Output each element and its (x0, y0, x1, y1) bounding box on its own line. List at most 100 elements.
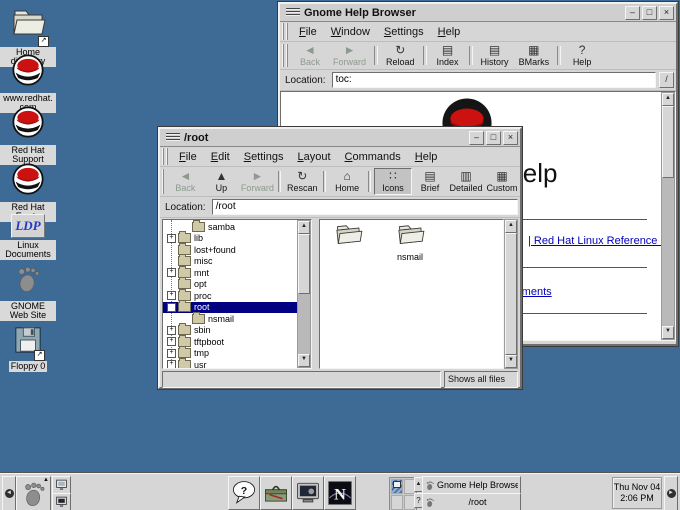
file-manager-window[interactable]: /root – □ × File Edit Settings Layout Co… (158, 127, 522, 389)
scroll-down-icon[interactable]: ▼ (662, 326, 674, 339)
drag-handle[interactable] (282, 23, 290, 40)
bmarks-button[interactable]: ▦ BMarks (514, 43, 555, 68)
scroll-up-icon[interactable]: ▲ (662, 93, 674, 106)
toolbar-separator (469, 46, 473, 65)
back-button[interactable]: ◄ Back (167, 168, 203, 195)
home-button[interactable]: ⌂ Home (329, 168, 365, 195)
pane-vertical-scrollbar[interactable]: ▲ ▼ (504, 219, 518, 369)
redhat-logo-icon (12, 163, 44, 200)
expand-toggle[interactable]: + (167, 326, 176, 335)
drag-handle[interactable] (162, 148, 170, 165)
expand-toggle[interactable]: + (167, 349, 176, 358)
drag-handle[interactable] (282, 44, 290, 67)
folder-icon (178, 291, 191, 301)
menu-settings[interactable]: Settings (237, 149, 291, 165)
expand-toggle[interactable]: + (167, 337, 176, 346)
detailed-view-button[interactable]: ▥ Detailed (448, 168, 484, 195)
brief-view-button[interactable]: ▤ Brief (412, 168, 448, 195)
scrollbar-thumb[interactable] (298, 234, 310, 294)
menu-settings[interactable]: Settings (377, 24, 431, 40)
desktop-icon-gnome-web-site[interactable]: GNOME Web Site (0, 264, 56, 321)
netscape-launcher-button[interactable]: N (324, 476, 356, 510)
rescan-icon: ↻ (297, 170, 307, 183)
workspace-3[interactable] (391, 495, 403, 510)
menu-file[interactable]: File (292, 24, 324, 40)
icons-view-button[interactable]: ∷ Icons (374, 168, 412, 195)
tree-item-root-selected[interactable]: -root (163, 302, 297, 314)
maximize-button[interactable]: □ (486, 131, 501, 145)
workspace-1-active[interactable] (391, 479, 403, 494)
clock-date: Thu Nov 04 (614, 482, 661, 493)
file-item-nsmail[interactable]: nsmail (384, 222, 436, 262)
window-menu-icon[interactable] (286, 8, 300, 17)
location-input[interactable]: toc: (332, 72, 656, 88)
rescan-button[interactable]: ↻ Rescan (284, 168, 320, 195)
scrollbar-thumb[interactable] (662, 106, 674, 178)
location-entry-button[interactable]: / (659, 72, 674, 88)
forward-button[interactable]: ► Forward (239, 168, 275, 195)
scroll-up-icon[interactable]: ▲ (298, 221, 310, 234)
monitor-icon (55, 479, 68, 491)
file-icon-pane[interactable]: nsmail (319, 219, 504, 369)
desktop-icon-linux-documents[interactable]: LDP Linux Documents (0, 214, 56, 260)
help-launcher-button[interactable]: ? (228, 476, 260, 510)
minimize-button[interactable]: – (625, 6, 640, 20)
forward-button[interactable]: ► Forward (328, 43, 371, 68)
back-button[interactable]: ◄ Back (292, 43, 328, 68)
screen-applet-button-1[interactable] (52, 476, 71, 494)
desktop-icon-red-hat-support[interactable]: Red Hat Support (0, 106, 56, 165)
custom-view-button[interactable]: ▦ Custom (484, 168, 520, 195)
panel-hide-right-button[interactable]: ► (664, 476, 678, 510)
maximize-button[interactable]: □ (642, 6, 657, 20)
menu-help[interactable]: Help (431, 24, 468, 40)
scroll-down-icon[interactable]: ▼ (298, 354, 310, 367)
desktop-icon-label: GNOME Web Site (0, 301, 56, 321)
menu-edit[interactable]: Edit (204, 149, 237, 165)
gmc-titlebar[interactable]: /root – □ × (160, 129, 520, 147)
file-item[interactable] (322, 222, 374, 252)
task-button-root[interactable]: /root (422, 493, 521, 510)
desk-guide-pager[interactable] (389, 477, 417, 510)
desktop-icon-www-redhat-com[interactable]: www.redhat.com (0, 54, 56, 113)
main-menu-button[interactable]: ▲ (16, 476, 51, 510)
tree-item-usr[interactable]: +usr (163, 359, 297, 368)
terminal-launcher-button[interactable] (292, 476, 324, 510)
help-button[interactable]: ? Help (564, 43, 600, 68)
help-vertical-scrollbar[interactable]: ▲ ▼ (661, 92, 675, 340)
help-titlebar[interactable]: Gnome Help Browser – □ × (280, 4, 676, 22)
expand-toggle[interactable]: + (167, 291, 176, 300)
menu-help[interactable]: Help (408, 149, 445, 165)
toolbox-launcher-button[interactable] (260, 476, 292, 510)
close-button[interactable]: × (659, 6, 674, 20)
scroll-up-icon[interactable]: ▲ (505, 220, 517, 233)
up-button[interactable]: ▲ Up (203, 168, 239, 195)
close-button[interactable]: × (503, 131, 518, 145)
menu-window[interactable]: Window (324, 24, 377, 40)
folder-icon (178, 325, 191, 335)
history-button[interactable]: ▤ History (476, 43, 514, 68)
panel-hide-left-button[interactable]: ◄ (2, 476, 16, 510)
drag-handle[interactable] (162, 169, 165, 194)
menu-layout[interactable]: Layout (290, 149, 337, 165)
index-button[interactable]: ▤ Index (430, 43, 466, 68)
scroll-down-icon[interactable]: ▼ (505, 355, 517, 368)
expand-toggle[interactable]: + (167, 234, 176, 243)
reload-button[interactable]: ↻ Reload (381, 43, 420, 68)
reference-guide-link[interactable]: | Red Hat Linux Reference Guide (528, 235, 661, 247)
desktop-icon-floppy-0[interactable]: ↗ Floppy 0 (0, 326, 56, 372)
pane-splitter[interactable] (312, 219, 319, 369)
expand-toggle[interactable]: + (167, 268, 176, 277)
task-button-help-browser[interactable]: Gnome Help Browser (422, 476, 521, 494)
gnome-foot-icon (21, 480, 47, 508)
tree-vertical-scrollbar[interactable]: ▲ ▼ (297, 220, 311, 368)
menu-file[interactable]: File (172, 149, 204, 165)
minimize-button[interactable]: – (469, 131, 484, 145)
menu-commands[interactable]: Commands (338, 149, 408, 165)
expand-toggle[interactable]: + (167, 360, 176, 368)
screen-applet-button-2[interactable] (52, 493, 71, 510)
scrollbar-thumb[interactable] (505, 233, 517, 355)
collapse-toggle[interactable]: - (167, 303, 176, 312)
clock-applet[interactable]: Thu Nov 04 2:06 PM (612, 477, 662, 509)
location-input[interactable]: /root (212, 199, 518, 215)
window-menu-icon[interactable] (166, 133, 180, 142)
